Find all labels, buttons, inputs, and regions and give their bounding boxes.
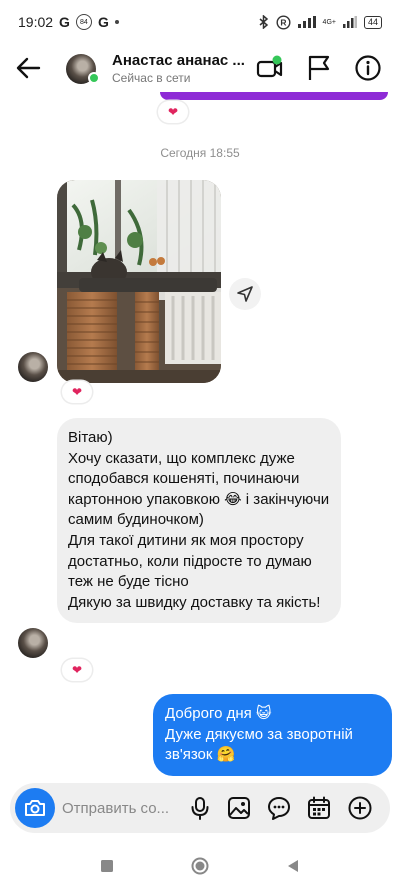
date-separator: Сегодня 18:55 — [160, 146, 240, 160]
status-left: 19:02 G 84 G — [18, 14, 119, 30]
contact-avatar-small[interactable] — [18, 352, 48, 382]
status-time: 19:02 — [18, 14, 54, 30]
previous-message-bubble[interactable] — [160, 92, 388, 100]
status-right: R 4G+ 44 — [259, 14, 382, 30]
outgoing-message-text: Доброго дня 😺 Дуже дякуємо за зворотній … — [165, 705, 353, 764]
heart-reaction[interactable]: ❤ — [62, 381, 92, 403]
camera-icon — [25, 800, 45, 816]
bluetooth-icon — [259, 15, 268, 29]
outgoing-message[interactable]: Доброго дня 😺 Дуже дякуємо за зворотній … — [153, 694, 392, 776]
heart-reaction[interactable]: ❤ — [158, 101, 188, 123]
add-icon[interactable] — [347, 795, 373, 821]
photo-message[interactable] — [57, 180, 221, 383]
message-composer — [10, 783, 390, 833]
incoming-message-text: Вітаю) Хочу сказати, що комплекс дуже сп… — [68, 429, 330, 611]
recent-apps-icon[interactable] — [97, 856, 117, 876]
message-input[interactable] — [62, 798, 188, 818]
battery-icon: 44 — [363, 15, 382, 29]
contact-name[interactable]: Анастас ананас ... — [112, 52, 245, 69]
sticker-icon[interactable] — [266, 795, 292, 821]
back-icon[interactable] — [283, 856, 303, 876]
network-type: 4G+ — [322, 18, 336, 26]
online-status-dot — [88, 72, 100, 84]
signal-icon — [342, 16, 357, 28]
chat-header: Анастас ананас ... Сейчас в сети — [0, 44, 400, 92]
gallery-icon[interactable] — [226, 795, 252, 821]
svg-text:R: R — [280, 17, 286, 27]
registered-icon: R — [276, 14, 291, 30]
incoming-message[interactable]: Вітаю) Хочу сказати, що комплекс дуже сп… — [57, 418, 341, 624]
camera-button[interactable] — [15, 788, 55, 828]
google-icon: G — [97, 14, 109, 30]
status-bar: 19:02 G 84 G R 4G+ 44 — [0, 0, 400, 44]
back-arrow-icon[interactable] — [14, 54, 42, 82]
send-icon — [237, 286, 253, 302]
calendar-icon[interactable] — [306, 795, 332, 821]
chat-thread[interactable]: ❤ Сегодня 18:55 ❤ Вітаю) Хочу сказати, щ… — [0, 92, 400, 780]
contact-avatar-small[interactable] — [18, 628, 48, 658]
video-call-icon[interactable] — [256, 54, 284, 82]
microphone-icon[interactable] — [187, 795, 213, 821]
system-nav-bar — [0, 844, 400, 889]
share-button[interactable] — [229, 278, 261, 310]
info-icon[interactable] — [354, 54, 382, 82]
signal-icon — [297, 16, 316, 28]
heart-reaction[interactable]: ❤ — [62, 659, 92, 681]
notification-badge-icon: 84 — [75, 14, 92, 30]
contact-status: Сейчас в сети — [112, 71, 191, 85]
home-icon[interactable] — [190, 856, 210, 876]
more-notifications-dot — [114, 20, 119, 24]
google-icon: G — [59, 14, 70, 30]
photo-message-image — [57, 180, 221, 383]
flag-icon[interactable] — [305, 54, 333, 82]
